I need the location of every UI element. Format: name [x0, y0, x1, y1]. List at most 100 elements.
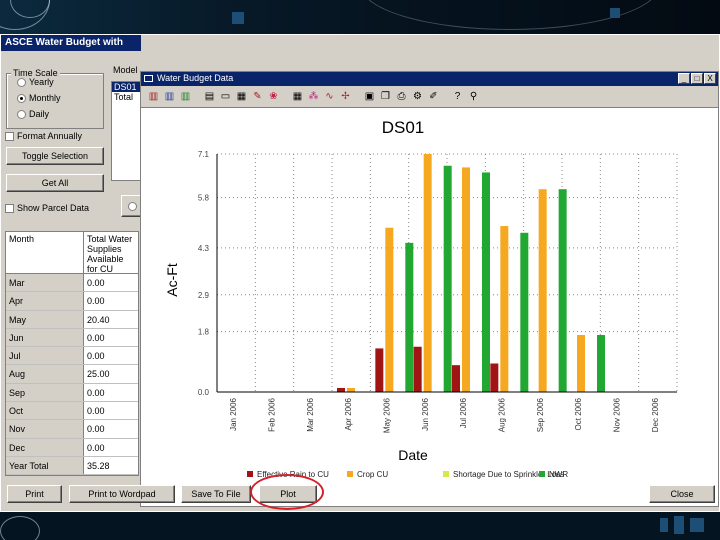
legend-swatch [539, 471, 545, 477]
table-row[interactable]: Sep 0.00 [6, 383, 138, 403]
bar-chart-icon[interactable]: ▥ [163, 90, 176, 103]
show-parcel-data-checkbox[interactable]: Show Parcel Data [5, 203, 89, 214]
decorative-square [610, 8, 620, 18]
bar-nwr [597, 335, 605, 392]
table-cell-month: Jun [6, 328, 84, 347]
grid-icon[interactable]: ▦ [235, 90, 248, 103]
table-cell-value: 0.00 [87, 442, 105, 453]
grid-icon[interactable]: ▦ [291, 90, 304, 103]
bar-crop-cu [347, 387, 355, 392]
bar-nwr [558, 189, 567, 392]
table-row[interactable]: Oct 0.00 [6, 402, 138, 421]
water-budget-data-window: Water Budget Data _ □ X ▥ ▥ ▥ ▤ ▭ ▦ ✎ ❀ … [140, 71, 719, 507]
model-item-ds01[interactable]: DS01 [112, 82, 140, 92]
save-icon[interactable]: ▣ [363, 90, 376, 103]
format-annually-checkbox[interactable]: Format Annually [5, 131, 82, 142]
table-header: Month Total Water Supplies Available for… [6, 232, 138, 274]
radio-daily[interactable]: Daily [17, 109, 49, 120]
bar-effective-rain-to-cu [375, 348, 384, 392]
minimize-button[interactable]: _ [678, 73, 690, 84]
radio-monthly[interactable]: Monthly [17, 93, 61, 104]
model-item-total[interactable]: Total [112, 92, 140, 102]
table-cell-value: 0.00 [87, 278, 105, 288]
table-icon[interactable]: ▤ [203, 90, 216, 103]
x-tick-label: May 2006 [383, 397, 392, 433]
chart-toolbar: ▥ ▥ ▥ ▤ ▭ ▦ ✎ ❀ ▦ ⁂ ∿ ✢ ▣ ❐ ⎙ ⚙ ✐ ? ⚲ [141, 86, 718, 108]
edit-icon[interactable]: ✐ [427, 90, 440, 103]
y-tick-label: 2.9 [198, 291, 210, 300]
print-icon[interactable]: ⎙ [395, 90, 408, 103]
y-tick-label: 4.3 [198, 244, 210, 253]
plot-button[interactable]: Plot [259, 485, 317, 503]
table-row[interactable]: Jun 0.00 [6, 328, 138, 348]
table-cell-value: 0.00 [87, 351, 105, 362]
print-to-wordpad-button[interactable]: Print to Wordpad [69, 485, 175, 503]
scatter-icon[interactable]: ⁂ [307, 90, 320, 103]
table-row[interactable]: Dec 0.00 [6, 438, 138, 457]
table-row[interactable]: May 20.40 [6, 310, 138, 329]
table-row[interactable]: Aug 25.00 [6, 365, 138, 384]
close-button[interactable]: Close [649, 485, 715, 503]
table-cell-value: 0.00 [87, 387, 105, 398]
table-row[interactable]: Nov 0.00 [6, 420, 138, 439]
maximize-button[interactable]: □ [691, 73, 703, 84]
bar-crop-cu [423, 154, 432, 392]
table-row[interactable]: Apr 0.00 [6, 292, 138, 311]
palette-icon[interactable]: ❀ [267, 90, 280, 103]
zoom-icon[interactable]: ⚲ [467, 90, 480, 103]
get-all-button[interactable]: Get All [6, 174, 104, 192]
model-label: Model [111, 65, 140, 75]
bar-crop-cu [577, 335, 585, 392]
bar-crop-cu [500, 226, 509, 392]
y-tick-label: 0.0 [198, 388, 210, 397]
desktop-bottom-frame [0, 512, 720, 540]
legend-label: Crop CU [357, 470, 388, 479]
table-row[interactable]: Year Total 35.28 [6, 456, 138, 476]
table-row[interactable]: Mar 0.00 [6, 274, 138, 293]
radio-yearly[interactable]: Yearly [17, 77, 54, 88]
bar-crop-cu [538, 189, 547, 392]
copy-icon[interactable]: ❐ [379, 90, 392, 103]
model-list[interactable]: DS01 Total [111, 81, 141, 181]
save-to-file-button[interactable]: Save To File [181, 485, 251, 503]
x-tick-label: Jan 2006 [229, 397, 238, 430]
table-cell-month: Oct [6, 402, 84, 420]
table-row[interactable]: Jul 0.00 [6, 347, 138, 366]
desktop-top-frame [0, 0, 720, 34]
bar-chart-icon[interactable]: ▥ [147, 90, 160, 103]
x-tick-label: Apr 2006 [344, 397, 353, 430]
table-cell-value: 0.00 [87, 406, 105, 417]
app-title-bar: ASCE Water Budget with [1, 35, 141, 51]
y-tick-label: 5.8 [198, 194, 210, 203]
bar-chart-icon[interactable]: ▥ [179, 90, 192, 103]
decorative-square [232, 12, 244, 24]
table-cell-value: 35.28 [87, 460, 110, 471]
chart-title: DS01 [382, 118, 425, 137]
month-table: Month Total Water Supplies Available for… [5, 231, 139, 477]
tool-icon[interactable]: ✎ [251, 90, 264, 103]
bar-nwr [482, 172, 490, 392]
line-icon[interactable]: ∿ [323, 90, 336, 103]
checkbox-box [5, 204, 14, 214]
radio-dot [17, 110, 26, 120]
settings-icon[interactable]: ⚙ [411, 90, 424, 103]
bar-nwr [520, 232, 529, 392]
table-cell-value: 0.00 [87, 296, 105, 307]
legend-swatch [247, 471, 253, 477]
text-icon[interactable]: ▭ [219, 90, 232, 103]
radio-dot [17, 78, 26, 88]
help-icon[interactable]: ? [451, 90, 464, 103]
print-button[interactable]: Print [7, 485, 62, 503]
table-cell-month: Aug [6, 365, 84, 383]
toggle-selection-button[interactable]: Toggle Selection [6, 147, 104, 165]
legend-label: Shortage Due to Sprinkler Loss [453, 470, 564, 479]
table-cell-month: Dec [6, 438, 84, 456]
close-window-button[interactable]: X [704, 73, 716, 84]
chart-legend: Effective Rain to CU Crop CU Shortage Due … [247, 470, 568, 479]
table-header-supplies: Total Water Supplies Available for CU [87, 234, 133, 274]
x-tick-label: Mar 2006 [306, 397, 315, 431]
x-tick-label: Oct 2006 [574, 397, 583, 430]
radio-dot-selected [17, 94, 26, 104]
water-budget-app-window: ASCE Water Budget with Time Scale Yearly… [0, 34, 720, 512]
crosshair-icon[interactable]: ✢ [339, 90, 352, 103]
